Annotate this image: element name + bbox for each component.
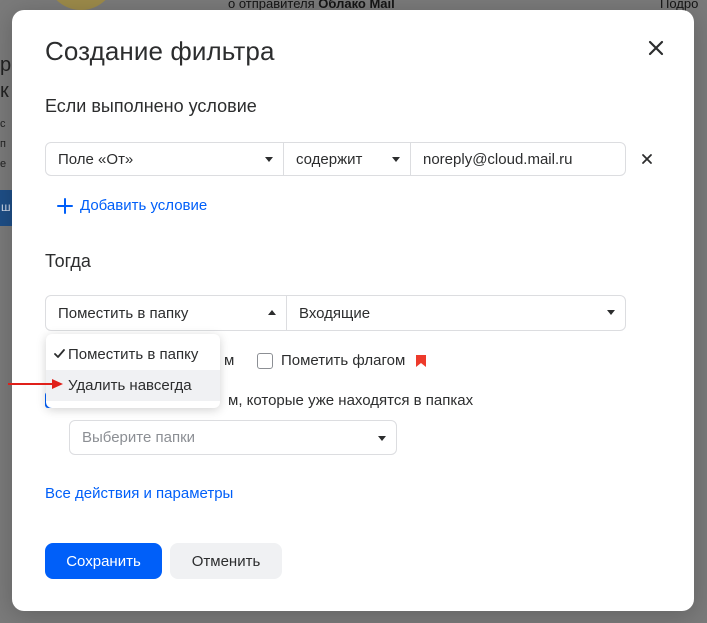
action-heading: Тогда <box>45 251 91 271</box>
chevron-down-icon <box>607 310 615 315</box>
background-letter: с <box>0 118 6 130</box>
save-button[interactable]: Сохранить <box>45 543 162 579</box>
dropdown-item-label: Удалить навсегда <box>68 377 192 394</box>
dropdown-item-label: Поместить в папку <box>68 346 199 363</box>
action-type-select[interactable]: Поместить в папку <box>46 296 287 330</box>
condition-operator-select[interactable]: содержит <box>284 143 411 175</box>
flag-checkbox[interactable]: Пометить флагом <box>257 352 427 369</box>
chevron-down-icon <box>265 157 273 162</box>
modal-title: Создание фильтра <box>45 36 275 66</box>
flag-checkbox-label: Пометить флагом <box>281 352 406 369</box>
annotation-arrow-icon <box>8 379 63 389</box>
dropdown-item-delete-forever[interactable]: Удалить навсегда <box>46 370 220 401</box>
add-condition-label: Добавить условие <box>80 197 208 214</box>
add-condition-button[interactable]: Добавить условие <box>57 197 207 214</box>
all-actions-link[interactable]: Все действия и параметры <box>45 485 233 502</box>
chevron-down-icon <box>392 157 400 162</box>
dropdown-item-move-to-folder[interactable]: Поместить в папку <box>46 339 220 370</box>
sender-avatar <box>46 0 116 10</box>
mark-read-label-tail: м <box>224 352 235 369</box>
chevron-down-icon <box>378 436 386 441</box>
close-icon[interactable] <box>644 36 668 60</box>
condition-heading: Если выполнено условие <box>45 96 257 116</box>
condition-value-text: noreply@cloud.mail.ru <box>423 150 573 168</box>
background-letter: р <box>0 54 12 76</box>
flag-checkbox-box[interactable] <box>257 352 273 369</box>
background-letter: е <box>0 158 7 170</box>
folders-placeholder: Выберите папки <box>82 429 196 446</box>
background-blue-button: ш <box>0 190 12 226</box>
condition-row: Поле «От» содержит noreply@cloud.mail.ru <box>45 142 626 176</box>
background-letter: к <box>0 80 9 102</box>
condition-value-input[interactable]: noreply@cloud.mail.ru <box>411 143 625 175</box>
condition-operator-label: содержит <box>296 150 363 168</box>
filter-modal: Создание фильтра Если выполнено условие … <box>12 10 694 611</box>
action-folder-select[interactable]: Входящие <box>287 296 625 330</box>
checkmark-icon <box>54 349 65 358</box>
flag-icon <box>416 354 427 367</box>
apply-existing-label: м, которые уже находятся в папках <box>228 392 474 409</box>
cancel-button[interactable]: Отменить <box>170 543 282 579</box>
plus-icon <box>57 197 73 214</box>
background-blue-button-label: ш <box>1 200 11 214</box>
action-type-label: Поместить в папку <box>58 304 189 322</box>
background-letter: п <box>0 138 6 150</box>
remove-condition-icon[interactable] <box>641 152 653 164</box>
action-type-dropdown: Поместить в папку Удалить навсегда <box>46 334 220 408</box>
condition-field-label: Поле «От» <box>58 150 134 168</box>
chevron-up-icon <box>268 310 276 315</box>
action-folder-label: Входящие <box>299 304 371 322</box>
condition-field-select[interactable]: Поле «От» <box>46 143 284 175</box>
folders-select[interactable]: Выберите папки <box>69 420 397 455</box>
action-row: Поместить в папку Входящие <box>45 295 626 331</box>
